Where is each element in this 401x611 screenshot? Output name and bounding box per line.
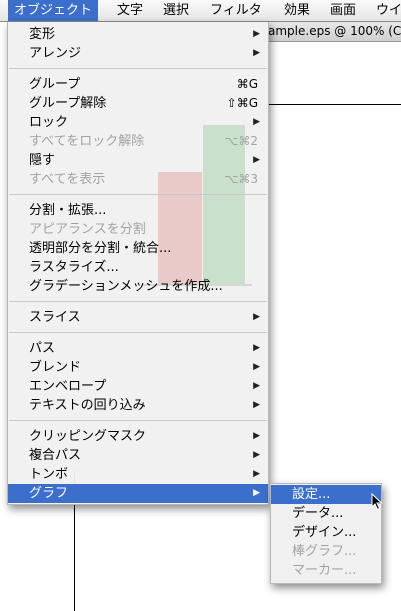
submenu-item-column: 棒グラフ... (292, 544, 357, 559)
menu-item-label: テキストの回り込み (29, 398, 146, 413)
artboard-edge-top (266, 104, 401, 105)
object-menu: 変形 ▶ アレンジ ▶ グループ ⌘G グループ解除 ⇧⌘G ロック ▶ すべてをロック解… (7, 22, 269, 505)
submenu-arrow-icon: ▶ (253, 381, 260, 391)
menu-item-slice[interactable]: スライス ▶ (8, 308, 268, 327)
menu-item-label: すべてを表示 (29, 172, 106, 187)
menu-item-create-gradient-mesh[interactable]: グラデーションメッシュを作成... (8, 277, 268, 296)
menu-item-label: 分割・拡張... (29, 203, 107, 218)
menu-type[interactable]: 文字 (111, 0, 149, 21)
submenu-item-marker: マーカー... (292, 563, 357, 578)
menu-bar: オブジェクト 文字 選択 フィルタ 効果 画面 ウイ (0, 0, 401, 22)
menu-item-label: 複合パス (29, 448, 82, 463)
menu-item-label: グラデーションメッシュを作成... (29, 279, 223, 294)
submenu-arrow-icon: ▶ (253, 48, 260, 58)
submenu-arrow-icon: ▶ (253, 343, 260, 353)
submenu-arrow-icon: ▶ (253, 488, 260, 498)
menu-view[interactable]: 画面 (324, 0, 362, 21)
submenu-item-type[interactable]: 設定... (271, 485, 381, 504)
menu-item-show-all: すべてを表示 ⌥⌘3 (8, 170, 268, 189)
menu-item-label: アレンジ (29, 46, 82, 61)
menu-item-label: 変形 (29, 27, 56, 42)
menu-item-rasterize[interactable]: ラスタライズ... (8, 258, 268, 277)
submenu-arrow-icon: ▶ (253, 362, 260, 372)
shortcut-label: ⌘G (236, 77, 258, 91)
menu-item-label: トンボ (29, 467, 69, 482)
submenu-arrow-icon: ▶ (253, 450, 260, 460)
menu-item-compound-path[interactable]: 複合パス ▶ (8, 446, 268, 465)
submenu-arrow-icon: ▶ (253, 312, 260, 322)
submenu-arrow-icon: ▶ (253, 117, 260, 127)
menu-separator (9, 332, 267, 333)
menu-item-label: エンベロープ (29, 379, 107, 394)
menu-object[interactable]: オブジェクト (8, 0, 99, 21)
menu-item-label: すべてをロック解除 (29, 134, 145, 149)
menu-item-ungroup[interactable]: グループ解除 ⇧⌘G (8, 94, 268, 113)
menu-item-label: 透明部分を分割・統合... (29, 241, 172, 256)
menu-item-clipping-mask[interactable]: クリッピングマスク ▶ (8, 427, 268, 446)
menu-window[interactable]: ウイ (370, 0, 401, 21)
menu-item-path[interactable]: パス ▶ (8, 339, 268, 358)
menu-item-expand-appearance: アピアランスを分割 (8, 220, 268, 239)
menu-item-label: グループ解除 (29, 96, 107, 111)
menu-separator (9, 420, 267, 421)
menu-item-label: ロック (29, 115, 69, 130)
menu-effect[interactable]: 効果 (278, 0, 316, 21)
submenu-arrow-icon: ▶ (253, 155, 260, 165)
menu-item-label: 隠す (29, 153, 56, 168)
menu-select[interactable]: 選択 (157, 0, 195, 21)
menu-item-label: グループ (29, 77, 81, 92)
menu-item-transform[interactable]: 変形 ▶ (8, 25, 268, 44)
mouse-pointer-icon (371, 493, 383, 511)
menu-separator (9, 194, 267, 195)
menu-item-label: スライス (29, 310, 81, 325)
menu-item-envelope[interactable]: エンベロープ ▶ (8, 377, 268, 396)
menu-item-expand[interactable]: 分割・拡張... (8, 201, 268, 220)
menu-item-flatten-transparency[interactable]: 透明部分を分割・統合... (8, 239, 268, 258)
menu-item-text-wrap[interactable]: テキストの回り込み ▶ (8, 396, 268, 415)
menu-item-label: グラフ (29, 486, 69, 501)
menu-item-label: ブレンド (29, 360, 82, 375)
menu-item-hide[interactable]: 隠す ▶ (8, 151, 268, 170)
menu-item-crop-marks[interactable]: トンボ ▶ (8, 465, 268, 484)
submenu-arrow-icon: ▶ (253, 400, 260, 410)
submenu-item-design[interactable]: デザイン... (271, 523, 381, 542)
submenu-item-data[interactable]: データ... (271, 504, 381, 523)
graph-submenu: 設定... データ... デザイン... 棒グラフ... マーカー... (270, 483, 382, 584)
menu-separator (9, 301, 267, 302)
submenu-arrow-icon: ▶ (253, 469, 260, 479)
menu-separator (9, 68, 267, 69)
menu-item-graph[interactable]: グラフ ▶ (8, 484, 268, 503)
shortcut-label: ⌥⌘3 (224, 172, 258, 186)
submenu-arrow-icon: ▶ (253, 29, 260, 39)
document-title: ample.eps @ 100% (C (262, 22, 401, 42)
menu-item-label: クリッピングマスク (29, 429, 147, 444)
menu-filter[interactable]: フィルタ (204, 0, 268, 21)
menu-item-unlock-all: すべてをロック解除 ⌥⌘2 (8, 132, 268, 151)
menu-item-group[interactable]: グループ ⌘G (8, 75, 268, 94)
submenu-arrow-icon: ▶ (253, 431, 260, 441)
shortcut-label: ⇧⌘G (226, 96, 258, 110)
menu-item-lock[interactable]: ロック ▶ (8, 113, 268, 132)
menu-item-label: アピアランスを分割 (29, 222, 146, 237)
menu-item-arrange[interactable]: アレンジ ▶ (8, 44, 268, 63)
menu-item-label: パス (29, 341, 56, 356)
shortcut-label: ⌥⌘2 (224, 134, 258, 148)
menu-item-label: ラスタライズ... (29, 260, 119, 275)
menu-item-blend[interactable]: ブレンド ▶ (8, 358, 268, 377)
